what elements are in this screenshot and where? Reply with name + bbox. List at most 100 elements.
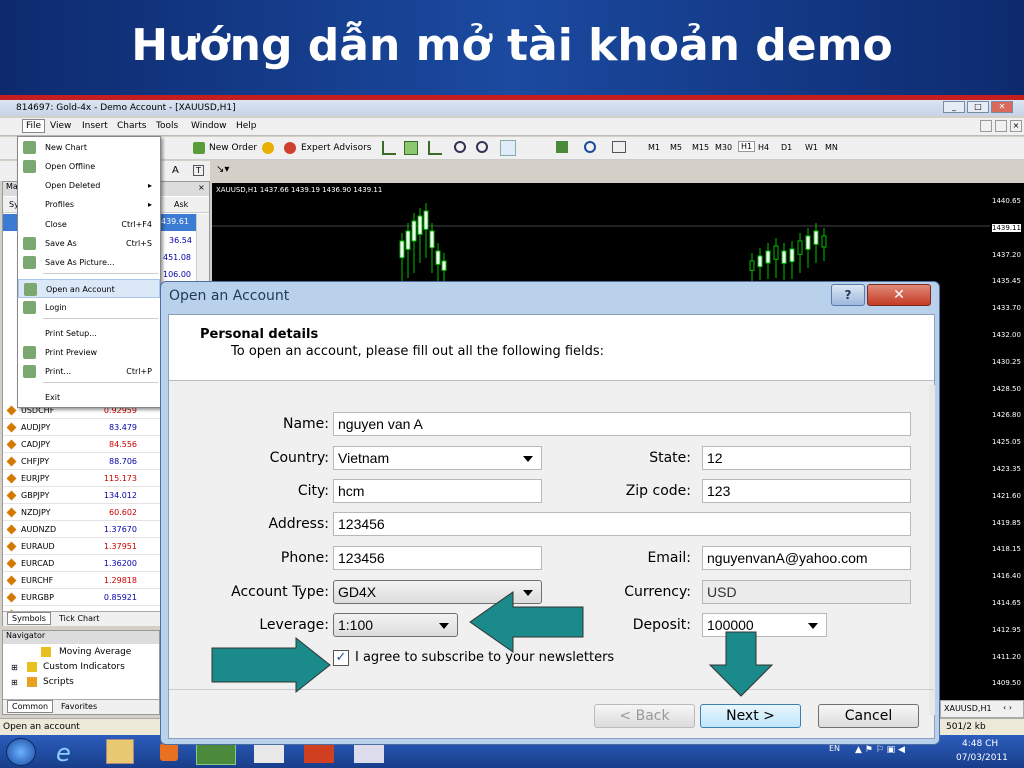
minimize-button[interactable]: _	[943, 101, 965, 113]
market-watch-scrollbar[interactable]	[196, 214, 209, 284]
close-child-button[interactable]: ×	[1010, 120, 1022, 132]
templates-icon[interactable]	[612, 141, 626, 153]
tab-symbols[interactable]: Symbols	[7, 612, 51, 625]
timeframe-w1[interactable]: W1	[805, 143, 818, 152]
menu-item-save-as[interactable]: Save As Ctrl+S	[18, 234, 160, 253]
menu-tools[interactable]: Tools	[156, 121, 178, 131]
next-button[interactable]: Next >	[700, 704, 801, 728]
maximize-child-button[interactable]	[995, 120, 1007, 132]
expert-advisors-button[interactable]: Expert Advisors	[301, 143, 371, 153]
new-order-icon[interactable]	[193, 142, 205, 154]
menu-item-profiles[interactable]: Profiles ▸	[18, 195, 160, 214]
country-select[interactable]: Vietnam	[333, 446, 542, 470]
clock-time[interactable]: 4:48 CH	[962, 739, 998, 749]
periods-icon[interactable]	[584, 141, 596, 153]
zoom-out-icon[interactable]	[476, 141, 488, 153]
restore-child-button[interactable]	[980, 120, 992, 132]
menu-item-print-setup[interactable]: Print Setup...	[18, 324, 160, 343]
address-field[interactable]: 123456	[333, 512, 911, 536]
tab-favorites[interactable]: Favorites	[61, 702, 97, 711]
menu-view[interactable]: View	[50, 121, 71, 131]
tab-scroll-icon[interactable]: ‹ ›	[1003, 703, 1012, 712]
menu-item-new-chart[interactable]: New Chart	[18, 138, 160, 157]
line-chart-icon[interactable]	[428, 141, 442, 155]
market-watch-row[interactable]: CADJPY 84.556	[3, 436, 161, 453]
dialog-close-button[interactable]: ✕	[867, 284, 931, 306]
chart-shift-icon[interactable]	[500, 140, 516, 156]
media-icon[interactable]	[160, 743, 178, 761]
zip-field[interactable]: 123	[702, 479, 911, 503]
market-watch-row[interactable]: CHFJPY 88.706	[3, 453, 161, 470]
account-type-select[interactable]: GD4X	[333, 580, 542, 604]
timeframe-m15[interactable]: M15	[692, 143, 709, 152]
phone-field[interactable]: 123456	[333, 546, 542, 570]
text-tool-icon[interactable]: A	[172, 165, 179, 176]
zoom-in-icon[interactable]	[454, 141, 466, 153]
market-watch-row[interactable]: AUDJPY 83.479	[3, 419, 161, 436]
newsletter-checkbox[interactable]: ✓	[333, 650, 349, 666]
leverage-select[interactable]: 1:100	[333, 613, 458, 637]
timeframe-h4[interactable]: H4	[758, 143, 769, 152]
name-field[interactable]: nguyen van A	[333, 412, 911, 436]
expand-icon[interactable]: ⊞	[11, 663, 18, 672]
timeframe-d1[interactable]: D1	[781, 143, 792, 152]
email-field[interactable]: nguyenvanA@yahoo.com	[702, 546, 911, 570]
timeframe-h1[interactable]: H1	[738, 141, 756, 152]
tab-common[interactable]: Common	[7, 700, 54, 713]
menu-insert[interactable]: Insert	[82, 121, 108, 131]
menu-item-login[interactable]: Login	[18, 298, 160, 317]
autoscroll-icon[interactable]	[524, 140, 540, 156]
market-watch-row[interactable]: EURCHF 1.29818	[3, 572, 161, 589]
language-indicator[interactable]: EN	[829, 744, 840, 753]
state-field[interactable]: 12	[702, 446, 911, 470]
menu-item-print[interactable]: Print... Ctrl+P	[18, 362, 160, 381]
menu-help[interactable]: Help	[236, 121, 257, 131]
dialog-scrollbar[interactable]	[929, 385, 935, 715]
timeframe-m30[interactable]: M30	[715, 143, 732, 152]
menu-item-open-offline[interactable]: Open Offline	[18, 157, 160, 176]
market-watch-row[interactable]: EURCAD 1.36200	[3, 555, 161, 572]
menu-item-exit[interactable]: Exit	[18, 388, 160, 407]
menu-item-open-deleted[interactable]: Open Deleted ▸	[18, 176, 160, 195]
text-label-icon[interactable]: T	[193, 165, 204, 176]
menu-item-save-as-picture[interactable]: Save As Picture...	[18, 253, 160, 272]
arrows-icon[interactable]: ↘▾	[216, 164, 229, 175]
bar-chart-icon[interactable]	[382, 141, 396, 155]
menu-item-close[interactable]: Close Ctrl+F4	[18, 215, 160, 234]
help-button[interactable]: ?	[831, 284, 865, 306]
market-watch-close[interactable]: ×	[198, 183, 205, 192]
clock-date[interactable]: 07/03/2011	[956, 753, 1008, 763]
nav-item-scripts[interactable]: Scripts	[43, 677, 74, 687]
market-watch-row[interactable]: GBPJPY 134.012	[3, 487, 161, 504]
indicators-icon[interactable]	[556, 141, 568, 153]
menu-item-print-preview[interactable]: Print Preview	[18, 343, 160, 362]
tab-tick-chart[interactable]: Tick Chart	[59, 614, 99, 623]
candlestick-icon[interactable]	[404, 141, 418, 155]
tray-icons[interactable]: ▲ ⚑ ⚐ ▣ ◀	[855, 745, 905, 755]
menu-window[interactable]: Window	[191, 121, 227, 131]
close-window-button[interactable]: ✕	[991, 101, 1013, 113]
expand-icon[interactable]: ⊞	[11, 678, 18, 687]
market-watch-row[interactable]: AUDNZD 1.37670	[3, 521, 161, 538]
market-watch-row[interactable]: EURGBP 0.85921	[3, 589, 161, 606]
nav-item-custom-indicators[interactable]: Custom Indicators	[43, 662, 125, 672]
new-order-button[interactable]: New Order	[209, 143, 257, 153]
expert-advisors-icon[interactable]	[284, 142, 296, 154]
ie-icon[interactable]: e	[56, 739, 84, 767]
deposit-select[interactable]: 100000	[702, 613, 827, 637]
timeframe-mn[interactable]: MN	[825, 143, 838, 152]
back-button[interactable]: < Back	[594, 704, 695, 728]
menu-item-open-an-account[interactable]: Open an Account	[18, 279, 160, 298]
menu-file[interactable]: File	[22, 119, 46, 133]
market-watch-row[interactable]: NZDJPY 60.602	[3, 504, 161, 521]
timeframe-m1[interactable]: M1	[648, 143, 660, 152]
warning-icon[interactable]	[262, 142, 274, 154]
timeframe-m5[interactable]: M5	[670, 143, 682, 152]
city-field[interactable]: hcm	[333, 479, 542, 503]
ask-column-header[interactable]: Ask	[174, 200, 188, 209]
market-watch-row[interactable]: EURAUD 1.37951	[3, 538, 161, 555]
start-button[interactable]	[6, 738, 36, 766]
nav-item-moving-average[interactable]: Moving Average	[59, 647, 131, 657]
chart-tab[interactable]: XAUUSD,H1	[944, 704, 992, 713]
cancel-button[interactable]: Cancel	[818, 704, 919, 728]
